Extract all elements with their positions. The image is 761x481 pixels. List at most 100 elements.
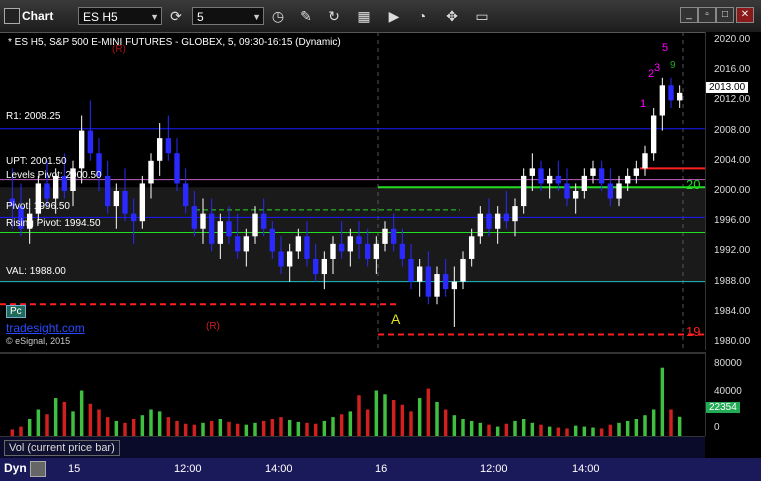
candle-body: [234, 236, 241, 252]
price-chart-area[interactable]: [0, 32, 705, 350]
chart-header: * ES H5, S&P 500 E-MINI FUTURES - GLOBEX…: [8, 37, 341, 48]
volume-bar: [149, 409, 153, 438]
candle-body: [416, 266, 423, 282]
candle-body: [338, 243, 345, 252]
price-tick-label: 1996.00: [714, 215, 751, 227]
candle-body: [286, 251, 293, 267]
volume-bar: [36, 409, 41, 438]
volume-bar: [426, 388, 431, 438]
speedometer-icon[interactable]: ◔: [412, 6, 432, 26]
candle-body: [44, 183, 50, 199]
price-chart-svg[interactable]: [0, 32, 705, 350]
volume-bar: [660, 367, 665, 438]
pc-button[interactable]: Pc: [6, 305, 26, 318]
price-tick-label: 1980.00: [714, 336, 751, 347]
volume-bar: [279, 417, 283, 438]
candle-body: [269, 228, 276, 252]
candle-body: [399, 243, 406, 259]
volume-bar: [88, 403, 93, 438]
gallery-icon[interactable]: ▦: [354, 6, 374, 26]
count-20-marker: 20: [686, 177, 701, 192]
candle-body: [252, 213, 258, 237]
copyright-text: © eSignal, 2015: [6, 336, 71, 346]
play-icon[interactable]: ▶: [384, 6, 404, 26]
candle-body: [243, 236, 250, 252]
candle-body: [451, 281, 458, 290]
volume-last-badge: 22354: [706, 402, 740, 413]
candle-body: [494, 213, 501, 229]
price-tick-label: 2000.00: [714, 185, 751, 196]
candle-body: [538, 168, 544, 184]
volume-bar: [374, 390, 379, 438]
pivot-label: Pivot: 1996.50: [6, 201, 70, 212]
candle-body: [676, 92, 683, 101]
candle-body: [633, 168, 640, 176]
maximize-button[interactable]: □: [716, 7, 734, 23]
minimize-button[interactable]: _: [680, 7, 698, 23]
tradesight-watermark: tradesight.com: [6, 321, 85, 335]
marker-a: A: [391, 311, 401, 327]
volume-bar: [166, 417, 171, 438]
candle-body: [174, 153, 180, 184]
candle-body: [78, 130, 85, 169]
candle-body: [356, 236, 362, 244]
dyn-label: Dyn: [4, 461, 27, 475]
candle-body: [304, 236, 310, 259]
volume-bar: [140, 415, 145, 438]
candle-body: [390, 228, 397, 244]
chevron-down-icon[interactable]: ▼: [252, 8, 261, 26]
candle-body: [148, 160, 154, 184]
r1-label: R1: 2008.25: [6, 111, 61, 122]
candle-body: [260, 213, 267, 229]
volume-bar: [45, 414, 49, 438]
candle-body: [607, 183, 614, 199]
chart-settings-icon[interactable]: [30, 461, 46, 477]
candle-body: [442, 274, 449, 290]
candle-body: [226, 221, 232, 237]
clock-icon[interactable]: ◷: [268, 6, 288, 26]
time-label-16: 16: [375, 463, 388, 475]
restore-button[interactable]: ▫: [698, 7, 716, 23]
price-tick-label: 1988.00: [714, 275, 751, 287]
candle-body: [200, 213, 206, 229]
candle-body: [598, 168, 605, 184]
candle-body: [113, 191, 120, 207]
price-axis[interactable]: 2020.00 2016.00 2012.00 2008.00 2004.00 2000.…: [705, 32, 761, 350]
candle-body: [312, 258, 319, 275]
price-tick-label: 2004.00: [714, 154, 751, 166]
price-tick-label: 2020.00: [714, 34, 751, 45]
close-button[interactable]: ✕: [736, 7, 754, 23]
time-axis[interactable]: Dyn 15 12:00 14:00 16 12:00 14:00: [0, 458, 761, 481]
time-label-1200-day2: 12:00: [480, 463, 508, 475]
volume-bar: [383, 394, 387, 438]
volume-bar: [348, 411, 353, 438]
refresh-icon[interactable]: ⟳: [166, 6, 186, 26]
interval-input[interactable]: 5 ▼: [192, 7, 264, 25]
window-title: Chart: [22, 9, 54, 23]
comment-icon[interactable]: ▭: [472, 6, 492, 26]
volume-chart-area[interactable]: [0, 352, 705, 438]
candle-body: [624, 175, 631, 184]
candle-body: [468, 236, 475, 259]
vol-tick-40000: 40000: [714, 386, 742, 397]
candle-body: [165, 138, 172, 154]
volume-legend-label[interactable]: Vol (current price bar): [4, 440, 120, 456]
symbol-input[interactable]: ES H5 ▼: [78, 7, 162, 25]
candle-body: [191, 206, 198, 229]
candle-body: [572, 191, 579, 199]
vol-tick-0: 0: [714, 422, 720, 433]
time-label-15: 15: [68, 463, 81, 475]
tools-icon[interactable]: ✥: [442, 6, 462, 26]
volume-bar: [97, 409, 101, 438]
sequence-9-marker: 9: [670, 60, 676, 71]
pencil-icon[interactable]: ✎: [296, 6, 316, 26]
chevron-down-icon[interactable]: ▼: [150, 8, 159, 26]
candle-body: [373, 243, 380, 259]
chart-toolbar: Chart ES H5 ▼ ⟳ 5 ▼ ◷ ✎ ↻ ▦ ▶ ◔ ✥ ▭ _ ▫ …: [0, 0, 761, 33]
cycle-icon[interactable]: ↻: [324, 6, 344, 26]
marker-r-bottom: (R): [206, 321, 220, 332]
volume-axis[interactable]: 80000 40000 22354 0: [705, 352, 761, 436]
volume-bar: [400, 404, 405, 438]
candle-body: [208, 213, 215, 244]
volume-bar: [339, 414, 344, 438]
